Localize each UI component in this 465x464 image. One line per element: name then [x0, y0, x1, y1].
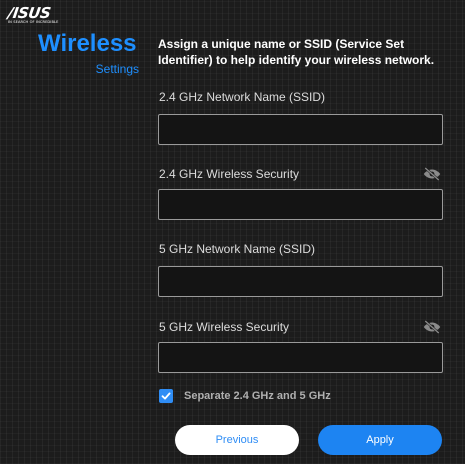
security-24-label: 2.4 GHz Wireless Security — [159, 167, 300, 181]
ssid-24-label: 2.4 GHz Network Name (SSID) — [159, 90, 326, 104]
security-24-input[interactable] — [158, 189, 443, 220]
ssid-5-label: 5 GHz Network Name (SSID) — [159, 242, 316, 256]
eye-slash-icon — [423, 320, 441, 334]
separate-bands-label: Separate 2.4 GHz and 5 GHz — [184, 390, 331, 402]
previous-button[interactable]: Previous — [175, 425, 299, 455]
separate-bands-checkbox[interactable] — [159, 389, 173, 403]
ssid-5-input[interactable] — [158, 266, 443, 297]
asus-logo: /ISUS IN SEARCH OF INCREDIBLE — [6, 4, 64, 25]
eye-slash-icon — [423, 167, 441, 181]
checkmark-icon — [161, 392, 171, 400]
page-description: Assign a unique name or SSID (Service Se… — [158, 37, 435, 67]
page-title: Wireless — [38, 30, 137, 57]
page-subtitle: Settings — [95, 62, 139, 76]
security-24-visibility-toggle[interactable] — [422, 166, 442, 182]
apply-button[interactable]: Apply — [318, 425, 442, 455]
ssid-24-input[interactable] — [158, 114, 443, 145]
security-5-input[interactable] — [158, 342, 443, 373]
security-5-label: 5 GHz Wireless Security — [159, 320, 290, 334]
logo-wordmark: /ISUS — [6, 4, 52, 22]
security-5-visibility-toggle[interactable] — [422, 319, 442, 335]
